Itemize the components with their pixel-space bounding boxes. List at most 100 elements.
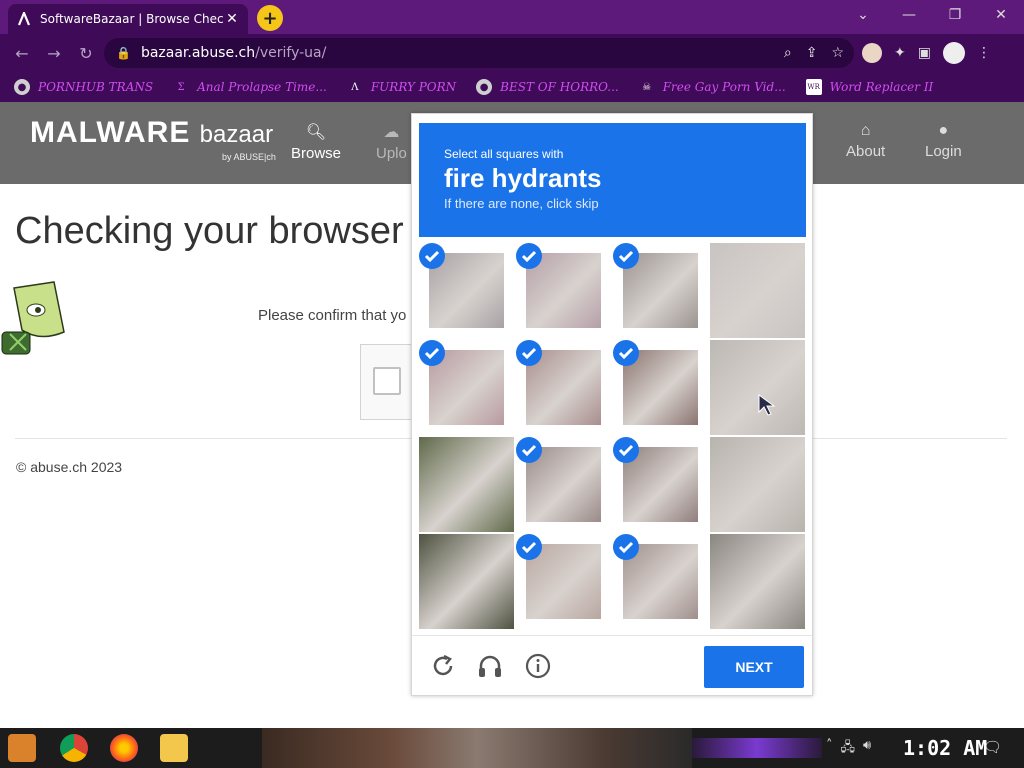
volume-icon[interactable]: 🔊︎ [863, 738, 871, 760]
bookmarks-bar: ● PORNHUB TRANS Σ Anal Prolapse Time... ΛF… [0, 72, 1024, 102]
nav-login[interactable]: ● Login [925, 122, 962, 160]
taskbar-accent-art [692, 738, 822, 758]
globe-icon: ● [476, 79, 493, 95]
tab-search-icon[interactable]: ⌄ [840, 0, 886, 30]
nav-upload[interactable]: ☁ Uplo [376, 122, 407, 162]
cloud-upload-icon: ☁ [383, 124, 400, 141]
bookmark-item[interactable]: WR Word Replacer II [805, 79, 933, 95]
globe-icon: ● [14, 79, 30, 95]
challenge-tile[interactable] [710, 243, 805, 338]
bookmark-item[interactable]: ☠ Free Gay Porn Vid... [639, 79, 785, 95]
challenge-tile[interactable] [710, 340, 805, 435]
nav-browse[interactable]: 🔍︎ Browse [291, 122, 341, 162]
lambda-icon: Λ [351, 81, 359, 93]
challenge-target: fire hydrants [444, 163, 602, 193]
tab-close-icon[interactable]: ✕ [224, 11, 240, 27]
tile-image [710, 340, 805, 435]
challenge-tile[interactable] [613, 340, 708, 435]
star-icon[interactable]: ☆ [831, 45, 844, 61]
challenge-subtext: If there are none, click skip [444, 196, 599, 211]
firefox-icon[interactable] [110, 734, 138, 762]
challenge-tile[interactable] [419, 340, 514, 435]
bookmark-item[interactable]: ● BEST OF HORRO... [476, 79, 619, 95]
bookmark-item[interactable]: ● PORNHUB TRANS [14, 79, 153, 95]
search-icon[interactable]: ⌕ [784, 45, 792, 61]
notifications-icon[interactable]: 🗨 [983, 738, 1002, 756]
challenge-tile[interactable] [613, 534, 708, 629]
nav-about[interactable]: ⌂ About [846, 122, 885, 160]
menu-dots-icon[interactable]: ⋮ [977, 45, 991, 61]
tile-image [710, 437, 805, 532]
selected-check-icon [613, 437, 639, 463]
profile-icon[interactable] [942, 42, 965, 64]
selected-check-icon [516, 437, 542, 463]
info-icon[interactable] [524, 652, 552, 680]
skull-icon: ☠ [642, 81, 652, 93]
confirm-text: Please confirm that yo [258, 307, 407, 324]
start-icon[interactable] [8, 734, 36, 762]
address-bar[interactable]: 🔒 bazaar.abuse.ch/verify-ua/ ⌕ ⇪ ☆ [104, 38, 854, 68]
building-icon: ⌂ [860, 122, 871, 139]
reload-challenge-icon[interactable] [429, 652, 457, 680]
selected-check-icon [516, 534, 542, 560]
forward-icon[interactable]: → [38, 37, 70, 69]
taskbar-background-art [262, 728, 692, 768]
selected-check-icon [613, 534, 639, 560]
challenge-tile[interactable] [419, 437, 514, 532]
wr-icon: WR [805, 79, 822, 95]
challenge-tile[interactable] [419, 534, 514, 629]
user-icon: ● [938, 122, 949, 139]
chrome-icon[interactable] [60, 734, 88, 762]
share-icon[interactable]: ⇪ [806, 45, 818, 61]
captcha-checkbox[interactable] [373, 367, 401, 395]
side-panel-icon[interactable]: ▣ [918, 45, 931, 61]
sigma-icon: Σ [177, 81, 185, 93]
close-window-icon[interactable]: ✕ [978, 0, 1024, 30]
tile-image [419, 534, 514, 629]
page-title: Checking your browser [15, 210, 404, 252]
challenge-tile[interactable] [710, 437, 805, 532]
abuse-favicon-icon [16, 11, 32, 27]
challenge-tile[interactable] [516, 534, 611, 629]
site-logo[interactable]: MALWARE bazaar [30, 116, 273, 150]
challenge-tile[interactable] [419, 243, 514, 338]
challenge-tile[interactable] [613, 437, 708, 532]
extension-avatar-icon[interactable] [862, 43, 882, 63]
tray-chevron-icon[interactable]: ˄ [826, 738, 833, 760]
cartoon-character-image [1, 281, 65, 355]
next-button[interactable]: NEXT [704, 646, 804, 688]
minimize-icon[interactable]: — [886, 0, 932, 30]
back-icon[interactable]: ← [6, 37, 38, 69]
challenge-image-grid [419, 243, 806, 630]
challenge-tile[interactable] [516, 340, 611, 435]
mouse-cursor-icon [758, 394, 776, 416]
url-path: /verify-ua/ [255, 45, 327, 61]
taskbar: ˄ 🖧 🔊︎ 1:02 AM 🗨 [0, 728, 1024, 768]
window-controls: ⌄ — ❐ ✕ [840, 0, 1024, 30]
challenge-tile[interactable] [516, 243, 611, 338]
extensions-puzzle-icon[interactable]: ✦ [894, 45, 906, 61]
reload-page-icon[interactable]: ↻ [70, 37, 102, 69]
restore-icon[interactable]: ❐ [932, 0, 978, 30]
challenge-footer: NEXT [412, 635, 812, 695]
browser-toolbar: ← → ↻ 🔒 bazaar.abuse.ch/verify-ua/ ⌕ ⇪ ☆… [0, 34, 1024, 72]
selected-check-icon [613, 340, 639, 366]
network-icon[interactable]: 🖧 [841, 738, 856, 760]
taskbar-clock[interactable]: 1:02 AM [903, 736, 987, 760]
challenge-tile[interactable] [613, 243, 708, 338]
browser-tab[interactable]: SoftwareBazaar | Browse Chec ✕ [8, 4, 248, 34]
lock-icon[interactable]: 🔒 [116, 46, 131, 60]
logo-byline: by ABUSE|ch [222, 152, 276, 162]
bookmark-item[interactable]: Λ FURRY PORN [347, 79, 456, 95]
search-icon: 🔍︎ [305, 124, 327, 141]
challenge-header: Select all squares with fire hydrants If… [419, 123, 806, 237]
captcha-challenge-dialog: Select all squares with fire hydrants If… [411, 113, 813, 696]
bookmark-item[interactable]: Σ Anal Prolapse Time... [173, 79, 327, 95]
challenge-tile[interactable] [516, 437, 611, 532]
file-explorer-icon[interactable] [160, 734, 188, 762]
new-tab-button[interactable]: + [257, 5, 283, 31]
selected-check-icon [419, 340, 445, 366]
selected-check-icon [516, 243, 542, 269]
headphones-icon[interactable] [476, 652, 504, 680]
challenge-tile[interactable] [710, 534, 805, 629]
